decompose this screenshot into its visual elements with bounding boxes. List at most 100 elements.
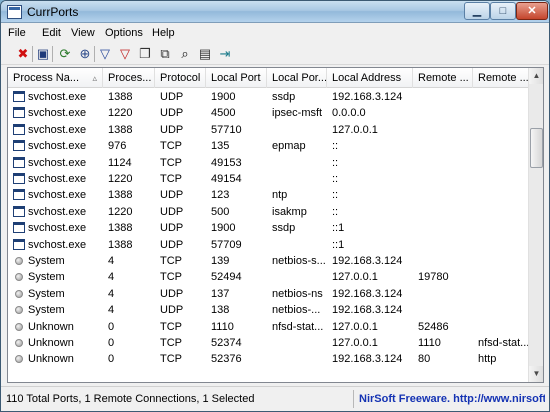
column-header-3[interactable]: Local Port	[206, 68, 267, 88]
exit-icon[interactable]: ⇥	[216, 45, 234, 63]
cell-proc: svchost.exe	[8, 187, 103, 203]
process-name: svchost.exe	[28, 173, 87, 185]
cell-rportname	[473, 253, 533, 269]
cell-rport: 1110	[418, 337, 441, 349]
table-row[interactable]: svchost.exe 1388 UDP 1900 ssdp 192.168.3.124	[8, 89, 528, 105]
column-header-2[interactable]: Protocol	[155, 68, 206, 88]
cell-lportname: ntp	[272, 189, 288, 202]
scroll-thumb[interactable]	[530, 128, 543, 168]
cell-rportname	[473, 138, 533, 154]
table-row[interactable]: Unknown 0 TCP 52376 192.168.3.124 80 http	[8, 351, 528, 367]
window-process-icon	[13, 123, 25, 135]
cell-lport: 57710	[211, 123, 242, 136]
process-name: svchost.exe	[28, 189, 87, 202]
cell-lportname: ssdp	[272, 222, 296, 235]
column-header-0[interactable]: Process Na... ▵	[8, 68, 103, 88]
menu-file[interactable]: File	[8, 27, 26, 39]
cell-rportname	[473, 171, 533, 187]
cell-proc: svchost.exe	[8, 204, 103, 220]
column-header-6[interactable]: Remote ...	[413, 68, 473, 88]
column-header-4[interactable]: Local Por...	[267, 68, 327, 88]
cell-proto: UDP	[160, 91, 184, 103]
process-name: System	[28, 287, 65, 300]
properties-icon[interactable]: ⊕	[76, 45, 94, 63]
cell-proto: TCP	[160, 353, 182, 366]
refresh-icon[interactable]: ⟳	[56, 45, 74, 63]
cell-lport: 49153	[211, 156, 242, 169]
cell-rport	[413, 253, 473, 269]
cell-rportname	[473, 220, 533, 236]
table-row[interactable]: svchost.exe 976 TCP 135 epmap::	[8, 138, 528, 154]
table-row[interactable]: svchost.exe 1220 UDP 4500 ipsec-msft 0.0.0.0	[8, 105, 528, 121]
cell-lport: 52376	[211, 353, 242, 366]
cell-proto: TCP	[160, 320, 182, 333]
process-name: svchost.exe	[28, 123, 87, 136]
column-header-7[interactable]: Remote ...	[473, 68, 533, 88]
table-row[interactable]: System 4 UDP 137 netbios-ns 192.168.3.124	[8, 286, 528, 302]
table-row[interactable]: System 4 TCP 52494 127.0.0.1 19780	[8, 269, 528, 285]
cell-rport	[413, 155, 473, 171]
cell-proc: svchost.exe	[8, 155, 103, 171]
close-ports-icon[interactable]: ✖	[14, 45, 32, 63]
menu-edit[interactable]: Edit	[42, 27, 61, 39]
table-row[interactable]: svchost.exe 1220 TCP 49154::	[8, 171, 528, 187]
sort-ascending-icon: ▵	[92, 73, 97, 83]
filter-clear-icon[interactable]: ▽	[116, 45, 134, 63]
cell-proc: System	[8, 302, 103, 318]
ports-list[interactable]: Process Na... ▵ Proces... Protocol Local Por…	[7, 67, 544, 383]
cell-lportname: epmap	[272, 140, 306, 153]
table-row[interactable]: Unknown 0 TCP 1110 nfsd-stat... 127.0.0.1 5248…	[8, 319, 528, 335]
copy-selected-icon[interactable]: ⧉	[156, 45, 174, 63]
minimize-button[interactable]: ▁	[464, 2, 490, 20]
cell-rportname	[473, 319, 533, 335]
cell-laddr: ::	[332, 156, 339, 169]
cell-proc: Unknown	[8, 319, 103, 335]
vertical-scrollbar[interactable]: ▲ ▼	[528, 68, 543, 382]
cell-lportname	[267, 351, 327, 367]
scroll-down-icon[interactable]: ▼	[529, 366, 543, 382]
find-icon[interactable]: ⌕	[176, 45, 194, 63]
table-row[interactable]: svchost.exe 1388 UDP 1900 ssdp::1	[8, 220, 528, 236]
cell-proc: System	[8, 269, 103, 285]
column-header-5[interactable]: Local Address	[327, 68, 413, 88]
table-row[interactable]: Unknown 0 TCP 52374 127.0.0.1 1110 nfsd-stat..…	[8, 335, 529, 351]
close-button[interactable]: ✕	[516, 2, 548, 20]
save-icon[interactable]: ▣	[34, 45, 52, 63]
window-process-icon	[13, 222, 25, 234]
cell-pid: 1388	[108, 189, 133, 202]
html-report-icon[interactable]: ▤	[196, 45, 214, 63]
table-row[interactable]: svchost.exe 1388 UDP 57709::1	[8, 237, 528, 253]
cell-proto: UDP	[160, 222, 184, 235]
cell-pid: 0	[108, 337, 115, 349]
menu-view[interactable]: View	[71, 27, 95, 39]
cell-proto: UDP	[160, 107, 184, 120]
menu-options[interactable]: Options	[105, 27, 143, 39]
maximize-button[interactable]: □	[490, 2, 516, 20]
process-name: Unknown	[28, 337, 74, 349]
cell-lport: 1900	[211, 222, 236, 235]
nirsoft-link[interactable]: NirSoft Freeware. http://www.nirsoft.net	[359, 393, 545, 405]
menu-help[interactable]: Help	[152, 27, 175, 39]
table-row[interactable]: svchost.exe 1388 UDP 123 ntp::	[8, 187, 528, 203]
cell-proto: UDP	[160, 304, 184, 317]
cell-rportname	[473, 286, 533, 302]
copy-icon[interactable]: ❐	[136, 45, 154, 63]
process-name: svchost.exe	[28, 140, 87, 153]
table-row[interactable]: svchost.exe 1124 TCP 49153::	[8, 155, 528, 171]
title-bar[interactable]: CurrPorts ▁ □ ✕	[1, 1, 549, 23]
filter-icon[interactable]: ▽	[96, 45, 114, 63]
column-header-1[interactable]: Proces...	[103, 68, 155, 88]
scroll-up-icon[interactable]: ▲	[529, 68, 543, 84]
process-name: svchost.exe	[28, 91, 87, 103]
table-row[interactable]: System 4 UDP 138 netbios-... 192.168.3.124	[8, 302, 528, 318]
table-row[interactable]: System 4 TCP 139 netbios-s... 192.168.3.124	[8, 253, 528, 269]
table-row[interactable]: svchost.exe 1388 UDP 57710 127.0.0.1	[8, 122, 528, 138]
cell-lportname: netbios-ns	[272, 287, 323, 300]
cell-lportname	[267, 171, 327, 187]
currports-window: CurrPorts ▁ □ ✕ File Edit View Options H…	[0, 0, 550, 412]
cell-proc: svchost.exe	[8, 122, 103, 138]
cell-pid: 4	[108, 304, 115, 317]
cell-proc: svchost.exe	[8, 138, 103, 154]
table-row[interactable]: svchost.exe 1220 UDP 500 isakmp::	[8, 204, 528, 220]
cell-lportname: nfsd-stat...	[272, 320, 324, 333]
